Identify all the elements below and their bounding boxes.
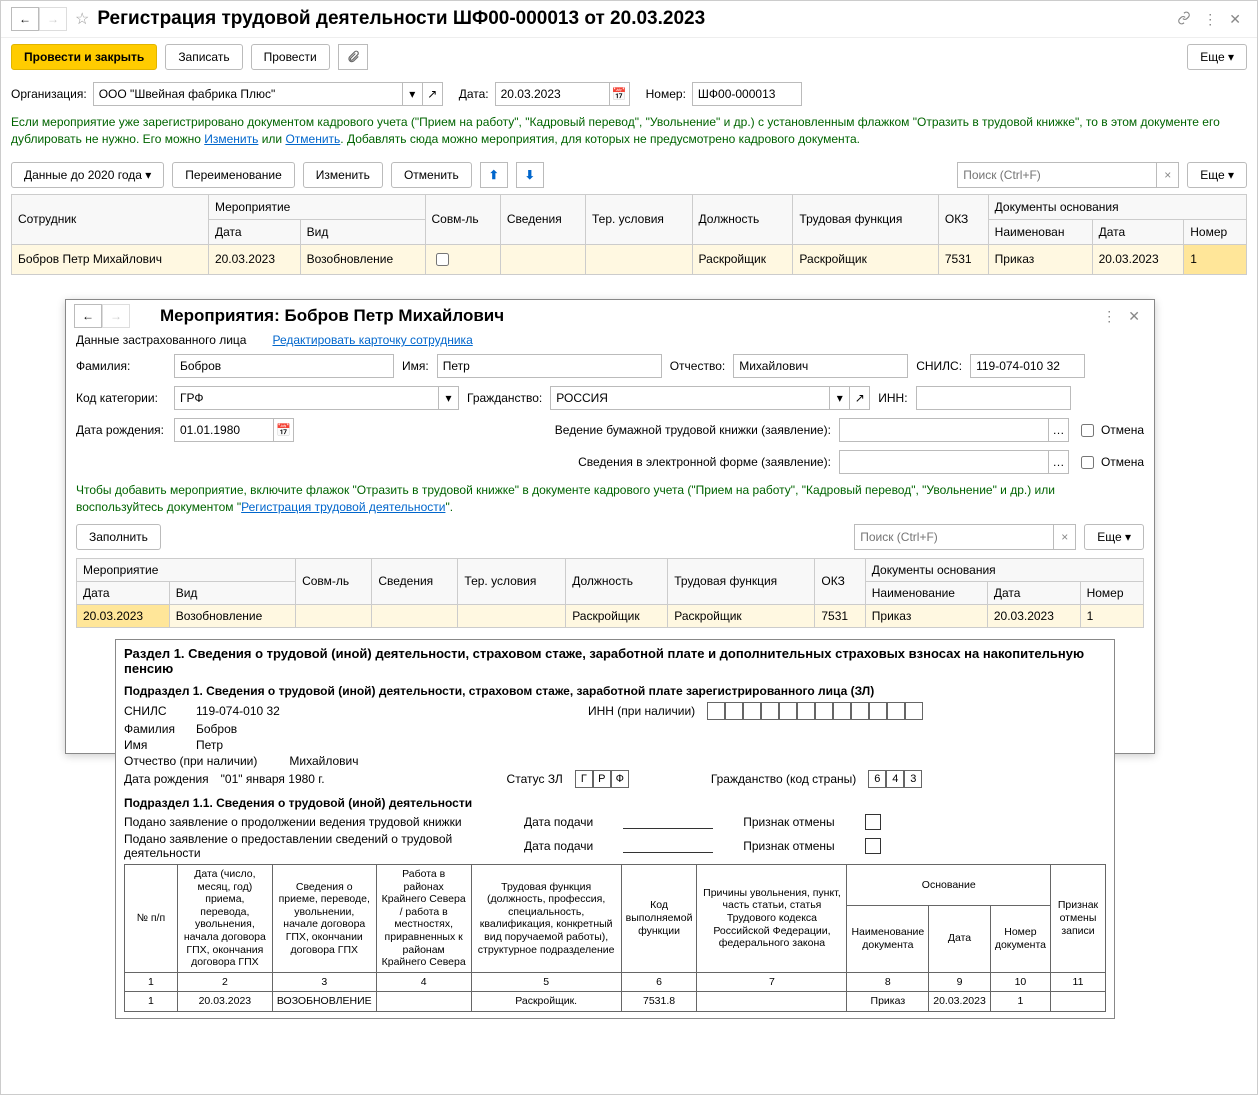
cancel-button[interactable]: Отменить	[391, 162, 472, 188]
submit-close-button[interactable]: Провести и закрыть	[11, 44, 157, 70]
dialog-search-clear[interactable]: ×	[1054, 524, 1076, 550]
form-line: Организация: ▾ ↗ Дата: 📅 Номер:	[1, 76, 1257, 112]
table-row: 1 20.03.2023 ВОЗОБНОВЛЕНИЕ Раскройщик. 7…	[125, 992, 1106, 1012]
dob-input[interactable]	[174, 418, 274, 442]
col-function: Трудовая функция	[793, 194, 938, 244]
cancel-link[interactable]: Отменить	[285, 132, 340, 146]
col-info: Сведения	[500, 194, 585, 244]
dialog-forward-button[interactable]: →	[102, 304, 130, 328]
number-input[interactable]	[692, 82, 802, 106]
org-input[interactable]	[93, 82, 403, 106]
move-down-button[interactable]: ⬇	[516, 162, 544, 188]
dialog-search-input[interactable]	[854, 524, 1054, 550]
status-boxes: Г Р Ф	[575, 770, 629, 788]
rename-button[interactable]: Переименование	[172, 162, 295, 188]
date-input[interactable]	[495, 82, 610, 106]
inn-boxes	[707, 702, 923, 720]
electronic-cancel-checkbox[interactable]	[1081, 456, 1094, 469]
reg-doc-link[interactable]: Регистрация трудовой деятельности	[241, 500, 445, 514]
inn-input[interactable]	[916, 386, 1071, 410]
header-bar: ← → ☆ Регистрация трудовой деятельности …	[1, 1, 1257, 38]
fill-button[interactable]: Заполнить	[76, 524, 161, 550]
close-icon[interactable]: ✕	[1229, 11, 1241, 28]
change-button[interactable]: Изменить	[303, 162, 383, 188]
paper-select[interactable]: …	[1049, 418, 1069, 442]
menu-icon[interactable]: ⋮	[1203, 11, 1217, 28]
col-event: Мероприятие	[208, 194, 425, 219]
electronic-input[interactable]	[839, 450, 1049, 474]
electronic-select[interactable]: …	[1049, 450, 1069, 474]
col-combine: Совм-ль	[425, 194, 500, 244]
move-up-button[interactable]: ⬆	[480, 162, 508, 188]
dialog-close-icon[interactable]: ✕	[1128, 308, 1140, 325]
sub11-title: Подраздел 1.1. Сведения о трудовой (иной…	[124, 796, 1106, 810]
sub1-title: Подраздел 1. Сведения о трудовой (иной) …	[124, 684, 1106, 698]
col-employee: Сотрудник	[12, 194, 209, 244]
col-okz: ОКЗ	[938, 194, 988, 244]
dialog-events-table: Мероприятие Совм-ль Сведения Тер. услови…	[76, 558, 1144, 628]
section1-title: Раздел 1. Сведения о трудовой (иной) дея…	[124, 646, 1106, 676]
more-button[interactable]: Еще ▾	[1187, 44, 1247, 70]
citizen-boxes: 6 4 3	[868, 770, 922, 788]
col-doc-date: Дата	[1092, 219, 1184, 244]
attach-button[interactable]	[338, 44, 368, 70]
surname-input[interactable]	[174, 354, 394, 378]
dob-calendar[interactable]: 📅	[274, 418, 294, 442]
change-link[interactable]: Изменить	[204, 132, 258, 146]
link-icon[interactable]	[1177, 11, 1191, 28]
col-docs: Документы основания	[988, 194, 1246, 219]
submit-button[interactable]: Провести	[251, 44, 330, 70]
date-label: Дата:	[459, 87, 489, 101]
forward-button[interactable]: →	[39, 7, 67, 31]
org-open[interactable]: ↗	[423, 82, 443, 106]
report-panel: Раздел 1. Сведения о трудовой (иной) дея…	[115, 639, 1115, 1019]
col-doc-num: Номер	[1184, 219, 1247, 244]
edit-employee-link[interactable]: Редактировать карточку сотрудника	[272, 333, 472, 347]
dialog-more-button[interactable]: Еще ▾	[1084, 524, 1144, 550]
col-doc-name: Наименован	[988, 219, 1092, 244]
dialog-menu-icon[interactable]: ⋮	[1102, 308, 1116, 325]
number-label: Номер:	[646, 87, 686, 101]
report-data-table: № п/п Дата (число, месяц, год) приема, п…	[124, 864, 1106, 1012]
citizenship-input[interactable]	[550, 386, 830, 410]
events-table: Сотрудник Мероприятие Совм-ль Сведения Т…	[11, 194, 1247, 275]
info-text: Если мероприятие уже зарегистрировано до…	[1, 112, 1257, 156]
combine-checkbox[interactable]	[436, 253, 449, 266]
grid-search-input[interactable]	[957, 162, 1157, 188]
citizen-open[interactable]: ↗	[850, 386, 870, 410]
paper-cancel-checkbox[interactable]	[1081, 424, 1094, 437]
table-row[interactable]: 20.03.2023 Возобновление Раскройщик Раск…	[77, 604, 1144, 627]
col-conditions: Тер. условия	[585, 194, 692, 244]
citizen-dropdown[interactable]: ▾	[830, 386, 850, 410]
search-clear-button[interactable]: ×	[1157, 162, 1179, 188]
dialog-back-button[interactable]: ←	[74, 304, 102, 328]
back-button[interactable]: ←	[11, 7, 39, 31]
patronymic-input[interactable]	[733, 354, 908, 378]
main-toolbar: Провести и закрыть Записать Провести Еще…	[1, 38, 1257, 76]
col-position: Должность	[692, 194, 793, 244]
org-label: Организация:	[11, 87, 87, 101]
firstname-input[interactable]	[437, 354, 662, 378]
star-icon[interactable]: ☆	[75, 9, 89, 29]
date-calendar[interactable]: 📅	[610, 82, 630, 106]
col-kind: Вид	[300, 219, 425, 244]
table-row[interactable]: Бобров Петр Михайлович 20.03.2023 Возобн…	[12, 244, 1247, 274]
window-title: Регистрация трудовой деятельности ШФ00-0…	[97, 8, 1171, 30]
snils-input[interactable]	[970, 354, 1085, 378]
grid-toolbar: Данные до 2020 года ▾ Переименование Изм…	[1, 156, 1257, 194]
insured-label: Данные застрахованного лица	[76, 333, 246, 347]
paper-input[interactable]	[839, 418, 1049, 442]
dialog-title: Мероприятия: Бобров Петр Михайлович	[160, 306, 1096, 326]
category-input[interactable]	[174, 386, 439, 410]
write-button[interactable]: Записать	[165, 44, 242, 70]
grid-more-button[interactable]: Еще ▾	[1187, 162, 1247, 188]
col-date: Дата	[208, 219, 300, 244]
data-before-button[interactable]: Данные до 2020 года ▾	[11, 162, 164, 188]
category-dropdown[interactable]: ▾	[439, 386, 459, 410]
org-dropdown[interactable]: ▾	[403, 82, 423, 106]
